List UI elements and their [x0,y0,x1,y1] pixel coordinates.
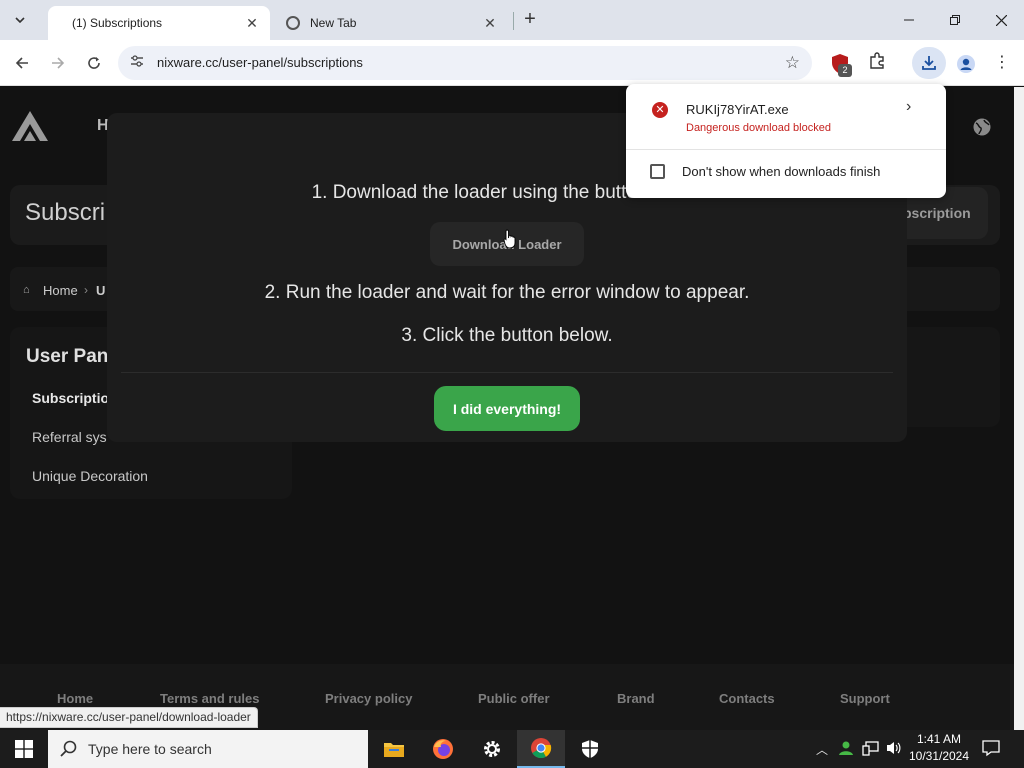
close-icon[interactable]: ✕ [244,15,260,31]
buy-subscription-label: bscription [903,205,971,221]
download-bubble: ✕ RUKIj78YirAT.exe Dangerous download bl… [626,84,946,198]
download-filename[interactable]: RUKIj78YirAT.exe [686,102,789,117]
link-status-bubble: https://nixware.cc/user-panel/download-l… [0,707,258,728]
tray-expand-icon[interactable]: ︿ [816,741,828,758]
sidebar-item-unique-decoration[interactable]: Unique Decoration [32,468,148,484]
download-icon [922,56,936,70]
windows-logo-icon [15,740,33,758]
sidebar-title: User Pan [26,346,109,367]
shield-icon [582,740,598,758]
globe-icon [286,16,300,30]
taskbar-firefox[interactable] [419,730,467,768]
reload-button[interactable] [81,50,107,76]
home-icon: ⌂ [23,284,30,296]
start-button[interactable] [0,730,48,768]
minimize-button[interactable] [886,0,932,40]
tab-subscriptions[interactable]: (1) Subscriptions ✕ [48,6,270,40]
volume-icon[interactable] [886,740,902,756]
page-scrollbar[interactable] [1014,87,1024,730]
tray-date[interactable]: 10/31/2024 [906,749,972,763]
error-icon: ✕ [652,102,668,118]
notification-icon[interactable] [982,739,1000,757]
folder-icon [384,743,404,757]
tab-title: (1) Subscriptions [72,16,163,30]
modal-divider [121,372,893,373]
search-icon [60,740,77,757]
taskbar-windows-security[interactable] [566,730,614,768]
site-info-icon[interactable] [128,54,146,72]
extensions-puzzle-icon[interactable] [866,52,888,74]
globe-icon[interactable] [972,117,992,137]
close-icon [995,14,1007,26]
sidebar-item-subscriptions[interactable]: Subscriptio [32,390,109,406]
profile-avatar-icon [957,55,975,73]
footer-link-public-offer[interactable]: Public offer [478,691,550,706]
chevron-down-icon [15,17,25,23]
taskbar-search[interactable]: Type here to search [48,730,368,768]
network-icon[interactable] [862,741,880,757]
dont-show-label[interactable]: Don't show when downloads finish [682,164,880,179]
forward-button[interactable] [45,50,71,76]
confirm-button[interactable]: I did everything! [434,386,580,431]
extension-badge: 2 [838,64,852,77]
reload-icon [88,57,100,69]
breadcrumb-separator: › [84,283,88,297]
page-title: Subscri [25,199,106,226]
footer-link-home[interactable]: Home [57,691,93,706]
footer-link-contacts[interactable]: Contacts [719,691,775,706]
profile-button[interactable] [954,52,978,76]
tray-time[interactable]: 1:41 AM [906,732,972,746]
restore-button[interactable] [932,0,978,40]
chrome-icon [531,738,552,759]
minimize-icon [904,19,914,21]
bubble-divider [626,149,946,150]
tab-strip: (1) Subscriptions ✕ New Tab ✕ + [0,0,1024,40]
restore-icon [950,15,960,25]
back-button[interactable] [9,50,35,76]
person-icon[interactable] [838,740,854,756]
taskbar-chrome[interactable] [517,730,565,768]
tab-divider [513,12,514,30]
footer-link-support[interactable]: Support [840,691,890,706]
chevron-right-icon[interactable]: › [906,98,911,116]
bookmark-star-icon[interactable]: ☆ [785,53,800,73]
footer-link-brand[interactable]: Brand [617,691,655,706]
footer-link-privacy[interactable]: Privacy policy [325,691,412,706]
tab-search-button[interactable] [8,8,32,32]
url-text[interactable]: nixware.cc/user-panel/subscriptions [157,55,363,70]
taskbar-file-explorer[interactable] [370,730,418,768]
dont-show-checkbox[interactable] [650,164,665,179]
tab-new-tab[interactable]: New Tab ✕ [276,6,508,40]
gear-icon [484,741,500,757]
hand-cursor-icon [503,229,516,249]
breadcrumb-home[interactable]: Home [43,283,78,298]
search-placeholder: Type here to search [88,741,212,757]
arrow-left-icon [15,57,28,69]
firefox-icon [433,739,453,759]
close-icon[interactable]: ✕ [482,15,498,31]
download-status: Dangerous download blocked [686,122,831,134]
close-window-button[interactable] [978,0,1024,40]
new-tab-button[interactable]: + [518,8,542,32]
footer-link-terms[interactable]: Terms and rules [160,691,259,706]
tab-title: New Tab [310,16,357,30]
modal-step-2: 2. Run the loader and wait for the error… [264,282,750,303]
address-bar[interactable]: nixware.cc/user-panel/subscriptions ☆ [118,46,812,80]
taskbar-settings[interactable] [468,730,516,768]
windows-taskbar: Type here to search ︿ 1:41 AM 10/31/2024 [0,730,1024,768]
site-logo[interactable] [10,109,50,143]
downloads-button[interactable] [912,47,946,79]
arrow-right-icon [52,57,65,69]
sidebar-item-referral[interactable]: Referral sys [32,429,107,445]
browser-menu-button[interactable]: ⋮ [992,52,1012,76]
breadcrumb-current: U [96,283,106,298]
modal-step-3: 3. Click the button below. [401,325,613,346]
